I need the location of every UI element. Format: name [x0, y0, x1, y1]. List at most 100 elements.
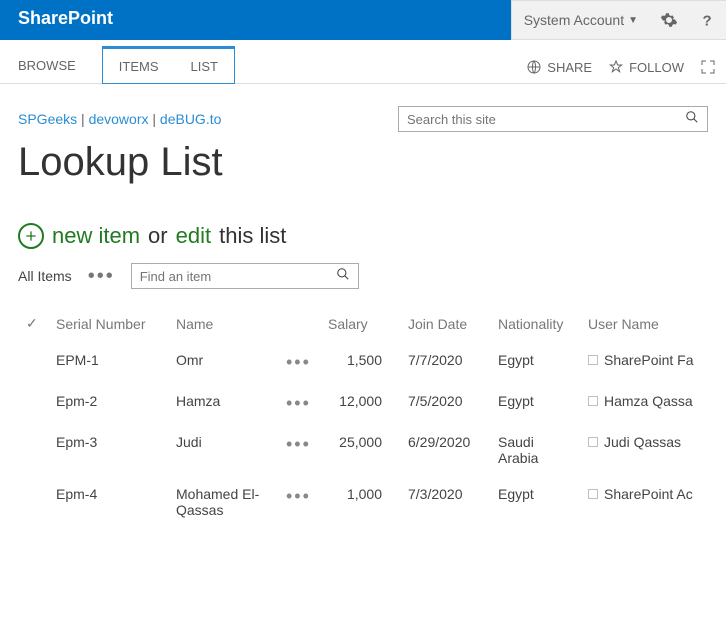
cell-name[interactable]: Judi [168, 424, 278, 476]
table-row[interactable]: Epm-2Hamza•••12,0007/5/2020Egypt Hamza Qa… [18, 383, 708, 424]
cell-serial: Epm-4 [48, 476, 168, 528]
page-content: SPGeeks | devoworx | deBUG.to Lookup Lis… [0, 106, 726, 528]
user-link[interactable]: SharePoint Ac [604, 486, 693, 502]
select-all-header[interactable]: ✓ [18, 309, 48, 342]
brand-logo: SharePoint [0, 0, 131, 40]
site-search-input[interactable] [399, 112, 677, 127]
col-salary[interactable]: Salary [320, 309, 400, 342]
page-title: Lookup List [18, 140, 708, 185]
suite-bar-right: System Account ▼ ? [511, 0, 726, 40]
row-select[interactable] [18, 476, 48, 528]
breadcrumb-sep: | [81, 111, 89, 127]
row-select[interactable] [18, 383, 48, 424]
row-menu-button[interactable]: ••• [278, 476, 320, 528]
breadcrumb-sep: | [152, 111, 160, 127]
row-menu-button[interactable]: ••• [278, 383, 320, 424]
col-join[interactable]: Join Date [400, 309, 490, 342]
account-menu[interactable]: System Account ▼ [512, 12, 650, 28]
view-filter-row: All Items ••• [18, 263, 708, 289]
breadcrumb-row: SPGeeks | devoworx | deBUG.to [18, 106, 708, 132]
share-icon [526, 59, 542, 75]
share-label: SHARE [547, 60, 592, 75]
ribbon-row: BROWSE ITEMS LIST SHARE FOLLOW [0, 40, 726, 84]
contextual-tab-group: ITEMS LIST [102, 46, 235, 84]
breadcrumb-link-1[interactable]: SPGeeks [18, 111, 77, 127]
cell-join: 7/3/2020 [400, 476, 490, 528]
site-search-button[interactable] [677, 110, 707, 129]
col-menu [278, 309, 320, 342]
account-name: System Account [524, 12, 624, 28]
add-item-button[interactable] [18, 223, 44, 249]
search-icon [336, 267, 350, 281]
svg-text:?: ? [703, 12, 712, 29]
star-icon [608, 59, 624, 75]
settings-button[interactable] [650, 11, 688, 29]
cell-join: 7/5/2020 [400, 383, 490, 424]
table-row[interactable]: Epm-4Mohamed El-Qassas•••1,0007/3/2020Eg… [18, 476, 708, 528]
search-icon [685, 110, 699, 124]
follow-button[interactable]: FOLLOW [608, 59, 684, 75]
user-link[interactable]: Judi Qassas [604, 434, 681, 450]
row-select[interactable] [18, 424, 48, 476]
list-table: ✓ Serial Number Name Salary Join Date Na… [18, 309, 708, 528]
cell-name[interactable]: Mohamed El-Qassas [168, 476, 278, 528]
cell-user[interactable]: SharePoint Fa [580, 342, 708, 383]
cell-join: 6/29/2020 [400, 424, 490, 476]
suite-bar: SharePoint System Account ▼ ? [0, 0, 726, 40]
help-button[interactable]: ? [688, 11, 726, 29]
presence-icon [588, 489, 598, 499]
cell-nat: Saudi Arabia [490, 424, 580, 476]
presence-icon [588, 396, 598, 406]
col-nat[interactable]: Nationality [490, 309, 580, 342]
row-menu-button[interactable]: ••• [278, 424, 320, 476]
table-row[interactable]: EPM-1Omr•••1,5007/7/2020Egypt SharePoint … [18, 342, 708, 383]
new-item-link[interactable]: new item [52, 223, 140, 249]
cell-salary: 12,000 [320, 383, 400, 424]
site-search [398, 106, 708, 132]
find-item-box [131, 263, 359, 289]
gear-icon [660, 11, 678, 29]
cell-salary: 1,500 [320, 342, 400, 383]
new-item-suffix: this list [219, 223, 286, 249]
cell-nat: Egypt [490, 476, 580, 528]
cell-name[interactable]: Hamza [168, 383, 278, 424]
cell-salary: 1,000 [320, 476, 400, 528]
plus-icon [24, 229, 38, 243]
cell-user[interactable]: SharePoint Ac [580, 476, 708, 528]
breadcrumb-link-3[interactable]: deBUG.to [160, 111, 221, 127]
share-button[interactable]: SHARE [526, 59, 592, 75]
table-row[interactable]: Epm-3Judi•••25,0006/29/2020Saudi ArabiaJ… [18, 424, 708, 476]
col-user[interactable]: User Name [580, 309, 708, 342]
cell-user[interactable]: Judi Qassas [580, 424, 708, 476]
tab-list[interactable]: LIST [175, 49, 234, 83]
view-name[interactable]: All Items [18, 268, 72, 284]
tab-browse[interactable]: BROWSE [0, 46, 94, 83]
find-item-input[interactable] [132, 269, 328, 284]
cell-nat: Egypt [490, 342, 580, 383]
cell-serial: Epm-3 [48, 424, 168, 476]
table-header-row: ✓ Serial Number Name Salary Join Date Na… [18, 309, 708, 342]
cell-serial: Epm-2 [48, 383, 168, 424]
col-name[interactable]: Name [168, 309, 278, 342]
user-link[interactable]: SharePoint Fa [604, 352, 694, 368]
cell-nat: Egypt [490, 383, 580, 424]
edit-list-link[interactable]: edit [176, 223, 211, 249]
help-icon: ? [698, 11, 716, 29]
cell-user[interactable]: Hamza Qassa [580, 383, 708, 424]
col-serial[interactable]: Serial Number [48, 309, 168, 342]
row-select[interactable] [18, 342, 48, 383]
tab-items[interactable]: ITEMS [103, 49, 175, 83]
fullscreen-button[interactable] [700, 59, 716, 75]
breadcrumb: SPGeeks | devoworx | deBUG.to [18, 111, 221, 127]
row-menu-button[interactable]: ••• [278, 342, 320, 383]
cell-join: 7/7/2020 [400, 342, 490, 383]
cell-name[interactable]: Omr [168, 342, 278, 383]
view-menu-button[interactable]: ••• [88, 265, 115, 288]
presence-icon [588, 355, 598, 365]
cell-serial: EPM-1 [48, 342, 168, 383]
ribbon-right: SHARE FOLLOW [526, 59, 726, 83]
user-link[interactable]: Hamza Qassa [604, 393, 693, 409]
breadcrumb-link-2[interactable]: devoworx [89, 111, 149, 127]
find-item-button[interactable] [328, 267, 358, 286]
new-item-or: or [148, 223, 168, 249]
